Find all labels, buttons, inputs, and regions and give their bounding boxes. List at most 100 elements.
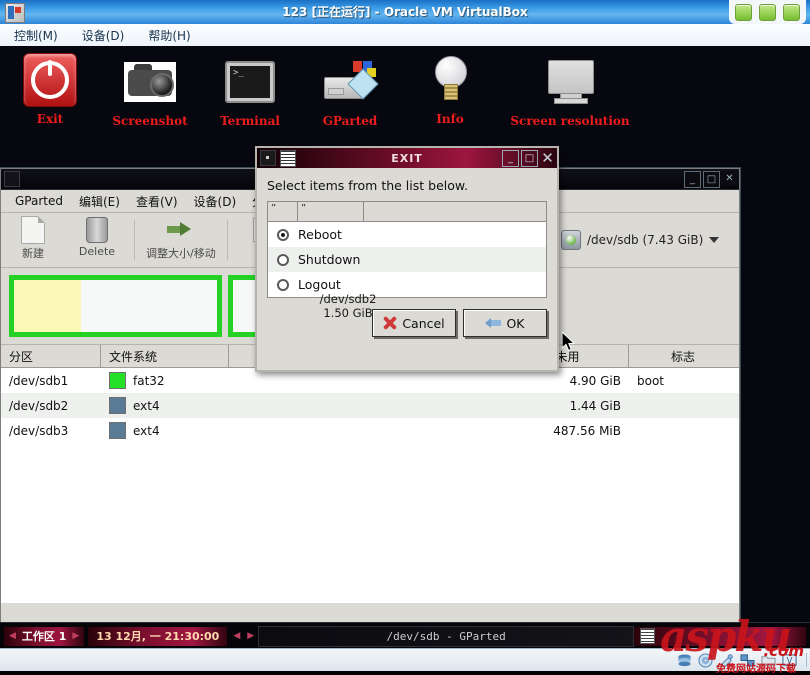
hard-disk-icon bbox=[561, 230, 581, 250]
cell-unused: 1.44 GiB bbox=[569, 398, 621, 413]
optical-disk-icon[interactable] bbox=[698, 652, 713, 668]
minimize-button[interactable] bbox=[735, 3, 752, 21]
desktop-icon-label: Screen resolution bbox=[510, 114, 630, 128]
menu-view[interactable]: 查看(V) bbox=[128, 191, 186, 212]
table-row[interactable]: /dev/sdb2 ext4 1.44 GiB bbox=[1, 393, 739, 418]
cell-unused: 487.56 MiB bbox=[553, 423, 621, 438]
list-column-header-3[interactable] bbox=[364, 202, 536, 221]
exit-dialog-buttons: Cancel OK bbox=[267, 309, 547, 337]
host-menu-help[interactable]: 帮助(H) bbox=[138, 27, 200, 44]
exit-dialog-body: Select items from the list below. ” ” Re… bbox=[257, 168, 557, 345]
shared-folder-icon[interactable] bbox=[761, 653, 776, 668]
workspace-label: 工作区 1 bbox=[21, 630, 67, 643]
exit-list-item-label: Reboot bbox=[298, 227, 342, 242]
cell-partition: /dev/sdb1 bbox=[9, 373, 69, 388]
partition-graphic-size: 1.50 GiB bbox=[323, 306, 373, 320]
ok-button[interactable]: OK bbox=[463, 309, 547, 337]
minimize-icon[interactable]: _ bbox=[502, 150, 519, 167]
cell-flags: boot bbox=[637, 373, 665, 388]
cell-partition: /dev/sdb3 bbox=[9, 423, 69, 438]
guest-desktop: Exit Screenshot Terminal GParted bbox=[0, 46, 810, 649]
toolbar-separator bbox=[134, 220, 135, 260]
svg-text:V: V bbox=[787, 655, 793, 665]
minimize-icon[interactable]: _ bbox=[684, 171, 701, 188]
usb-icon[interactable] bbox=[719, 653, 734, 668]
cell-filesystem: ext4 bbox=[101, 397, 229, 414]
exit-dialog-prompt: Select items from the list below. bbox=[267, 178, 468, 193]
exit-option-list: ” ” Reboot Shutdown Logout bbox=[267, 201, 547, 298]
filesystem-color-swatch bbox=[109, 422, 126, 439]
menu-device[interactable]: 设备(D) bbox=[186, 191, 245, 212]
cell-partition: /dev/sdb2 bbox=[9, 398, 69, 413]
exit-list-item-label: Logout bbox=[298, 277, 341, 292]
window-list-icon[interactable] bbox=[640, 628, 655, 644]
column-header-partition[interactable]: 分区 bbox=[1, 345, 101, 367]
host-titlebar: 123 [正在运行] - Oracle VM VirtualBox bbox=[0, 0, 810, 25]
close-icon[interactable]: ✕ bbox=[540, 149, 555, 167]
maximize-button[interactable] bbox=[759, 3, 776, 21]
workspace-next-icon[interactable]: ▶ bbox=[72, 631, 79, 641]
gparted-window-buttons: _ □ ✕ bbox=[684, 171, 737, 188]
toolbar-separator bbox=[226, 220, 228, 260]
toolbar-label: Delete bbox=[78, 245, 116, 258]
taskbar-task-gparted[interactable]: /dev/sdb - GParted bbox=[258, 625, 634, 647]
desktop-icon-screen-resolution[interactable]: Screen resolution bbox=[508, 54, 632, 128]
guest-taskbar: ◀ 工作区 1 ▶ 13 12月, 一 21:30:00 ◀ ▶ /dev/sd… bbox=[0, 622, 810, 649]
display-icon[interactable]: V bbox=[782, 653, 797, 668]
table-row[interactable]: /dev/sdb3 ext4 487.56 MiB bbox=[1, 418, 739, 443]
exit-list-header: ” ” bbox=[268, 202, 546, 222]
ok-button-label: OK bbox=[506, 315, 525, 331]
list-column-header-1[interactable]: ” bbox=[268, 202, 298, 221]
taskbar-task-label: /dev/sdb - GParted bbox=[386, 629, 506, 643]
task-nav-arrows: ◀ ▶ bbox=[233, 631, 254, 641]
host-statusbar: V bbox=[0, 648, 810, 671]
maximize-icon[interactable]: □ bbox=[703, 171, 720, 188]
statusbar-separator bbox=[806, 653, 807, 667]
toolbar-delete-button[interactable]: Delete bbox=[65, 213, 129, 267]
cancel-button[interactable]: Cancel bbox=[372, 309, 456, 337]
resize-move-icon bbox=[166, 216, 195, 244]
ok-enter-icon bbox=[485, 316, 502, 330]
task-prev-icon[interactable]: ◀ bbox=[233, 631, 240, 641]
network-icon[interactable] bbox=[740, 653, 755, 668]
monitor-icon bbox=[508, 54, 632, 110]
desktop-icon-label: Info bbox=[436, 112, 464, 126]
cell-filesystem: fat32 bbox=[101, 372, 229, 389]
filesystem-color-swatch bbox=[109, 372, 126, 389]
maximize-icon[interactable]: □ bbox=[521, 150, 538, 167]
radio-button[interactable] bbox=[277, 253, 289, 266]
cell-unused: 4.90 GiB bbox=[569, 373, 621, 388]
exit-list-item-reboot[interactable]: Reboot bbox=[268, 222, 546, 247]
menu-gparted[interactable]: GParted bbox=[7, 192, 71, 210]
exit-list-item-shutdown[interactable]: Shutdown bbox=[268, 247, 546, 272]
exit-dialog-window-buttons: _ □ ✕ bbox=[502, 149, 555, 167]
workspace-prev-icon[interactable]: ◀ bbox=[9, 631, 16, 641]
list-column-header-2[interactable]: ” bbox=[298, 202, 364, 221]
partition-graphic-sdb1[interactable] bbox=[9, 275, 222, 337]
exit-list-item-logout[interactable]: Logout bbox=[268, 272, 546, 297]
column-header-flags[interactable]: 标志 bbox=[629, 345, 737, 367]
host-menu-devices[interactable]: 设备(D) bbox=[72, 27, 135, 44]
toolbar-label: 调整大小/移动 bbox=[146, 247, 216, 260]
filesystem-label: ext4 bbox=[133, 398, 160, 413]
host-menu-control[interactable]: 控制(M) bbox=[4, 27, 68, 44]
radio-button[interactable] bbox=[277, 228, 289, 241]
column-header-filesystem[interactable]: 文件系统 bbox=[101, 345, 229, 367]
device-selector[interactable]: /dev/sdb (7.43 GiB) bbox=[552, 213, 739, 267]
desktop-icon-info[interactable]: Info bbox=[390, 52, 510, 126]
task-next-icon[interactable]: ▶ bbox=[247, 631, 254, 641]
toolbar-new-button[interactable]: 新建 bbox=[1, 213, 65, 267]
chevron-down-icon[interactable] bbox=[709, 237, 720, 243]
partition-graphic-label: /dev/sdb2 1.50 GiB bbox=[320, 292, 377, 320]
hard-disk-icon[interactable] bbox=[677, 653, 692, 668]
taskbar-clock[interactable]: 13 12月, 一 21:30:00 bbox=[88, 626, 228, 646]
workspace-switcher[interactable]: ◀ 工作区 1 ▶ bbox=[4, 626, 85, 646]
exit-list-item-label: Shutdown bbox=[298, 252, 361, 267]
radio-button[interactable] bbox=[277, 278, 289, 291]
clock-label: 13 12月, 一 21:30:00 bbox=[96, 630, 220, 643]
close-button[interactable] bbox=[783, 3, 800, 21]
cancel-button-label: Cancel bbox=[402, 315, 445, 331]
toolbar-resize-move-button[interactable]: 调整大小/移动 bbox=[140, 213, 222, 267]
menu-edit[interactable]: 编辑(E) bbox=[71, 191, 128, 212]
close-icon[interactable]: ✕ bbox=[722, 171, 737, 186]
